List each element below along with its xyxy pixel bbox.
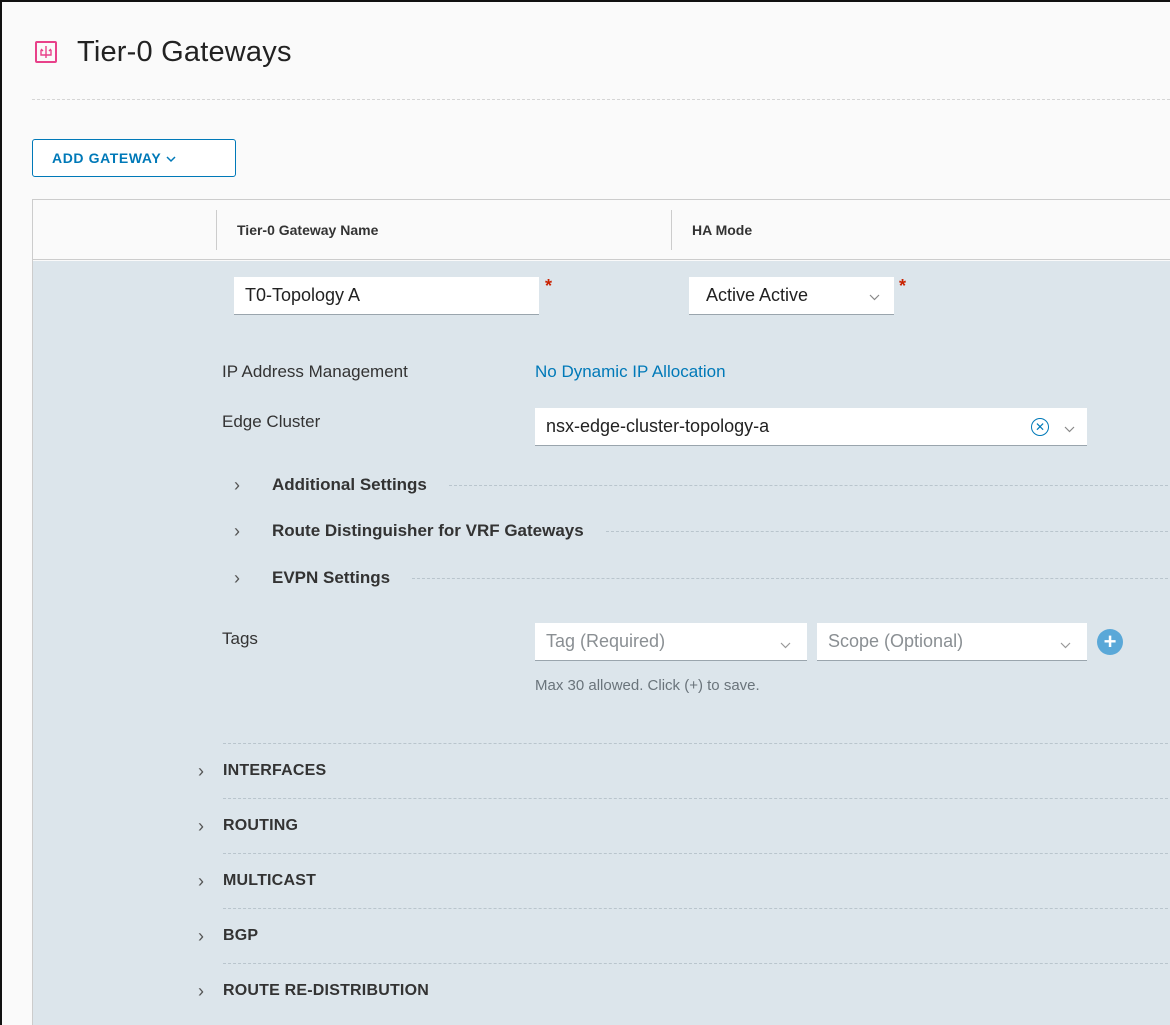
add-gateway-label: ADD GATEWAY <box>52 150 162 166</box>
app-frame: Tier-0 Gateways ADD GATEWAY Tier-0 Gatew… <box>0 0 1170 1025</box>
edge-cluster-select[interactable]: nsx-edge-cluster-topology-a <box>535 408 1087 446</box>
column-header-name[interactable]: Tier-0 Gateway Name <box>216 210 671 250</box>
chevron-right-icon: › <box>198 815 204 836</box>
clear-icon[interactable]: ✕ <box>1031 418 1049 436</box>
column-header-ha-mode[interactable]: HA Mode <box>671 210 1170 250</box>
scope-input[interactable]: Scope (Optional) <box>817 623 1087 661</box>
section-label: Route Distinguisher for VRF Gateways <box>272 521 584 540</box>
chevron-right-icon: › <box>198 925 204 946</box>
section-evpn-settings[interactable]: › EVPN Settings <box>234 566 1170 590</box>
page-header: Tier-0 Gateways <box>35 32 292 72</box>
section-divider <box>412 577 1170 579</box>
header-divider <box>32 99 1170 100</box>
section-divider <box>448 484 1170 486</box>
chevron-right-icon: › <box>234 474 240 495</box>
tags-label: Tags <box>222 629 258 648</box>
row-routing[interactable]: › ROUTING <box>198 798 1170 853</box>
section-additional-settings[interactable]: › Additional Settings <box>234 473 1170 497</box>
tier0-gateway-icon <box>35 41 57 63</box>
tag-input[interactable]: Tag (Required) <box>535 623 807 661</box>
add-tag-plus-icon[interactable]: + <box>1097 629 1123 655</box>
add-gateway-button[interactable]: ADD GATEWAY <box>32 139 236 177</box>
section-route-distinguisher[interactable]: › Route Distinguisher for VRF Gateways <box>234 519 1170 543</box>
row-label: ROUTE RE-DISTRIBUTION <box>223 982 429 999</box>
row-interfaces[interactable]: › INTERFACES <box>198 743 1170 798</box>
row-route-redistribution[interactable]: › ROUTE RE-DISTRIBUTION <box>198 963 1170 1018</box>
chevron-down-icon <box>780 637 791 652</box>
chevron-right-icon: › <box>234 520 240 541</box>
section-divider <box>605 530 1170 532</box>
row-label: ROUTING <box>223 817 299 834</box>
chevron-right-icon: › <box>198 870 204 891</box>
gateway-name-input[interactable]: T0-Topology A <box>234 277 539 315</box>
required-marker: * <box>545 276 553 296</box>
chevron-down-icon <box>1060 637 1071 652</box>
chevron-down-icon <box>166 150 176 166</box>
tags-hint: Max 30 allowed. Click (+) to save. <box>535 677 760 694</box>
edge-cluster-label: Edge Cluster <box>222 412 321 431</box>
chevron-right-icon: › <box>234 567 240 588</box>
row-bgp[interactable]: › BGP <box>198 908 1170 963</box>
section-label: EVPN Settings <box>272 568 391 587</box>
row-label: BGP <box>223 927 259 944</box>
chevron-right-icon: › <box>198 760 204 781</box>
section-label: Additional Settings <box>272 475 427 494</box>
row-label: INTERFACES <box>223 762 327 779</box>
scope-placeholder: Scope (Optional) <box>828 631 964 651</box>
chevron-right-icon: › <box>198 980 204 1001</box>
edge-cluster-value: nsx-edge-cluster-topology-a <box>546 416 770 436</box>
chevron-down-icon <box>869 289 880 304</box>
ha-mode-value: Active Active <box>706 285 809 305</box>
gateways-table: Tier-0 Gateway Name HA Mode T0-Topology … <box>32 199 1170 1025</box>
page-title: Tier-0 Gateways <box>77 35 292 68</box>
expanded-row-editor: T0-Topology A * Active Active * IP Addre… <box>33 261 1170 1025</box>
required-marker: * <box>899 276 907 296</box>
ha-mode-select[interactable]: Active Active <box>689 277 894 315</box>
row-multicast[interactable]: › MULTICAST <box>198 853 1170 908</box>
ip-management-link[interactable]: No Dynamic IP Allocation <box>535 362 726 382</box>
row-label: MULTICAST <box>223 872 317 889</box>
tag-placeholder: Tag (Required) <box>546 631 666 651</box>
chevron-down-icon[interactable] <box>1064 421 1075 436</box>
table-header: Tier-0 Gateway Name HA Mode <box>33 200 1170 260</box>
ip-management-label: IP Address Management <box>222 362 408 381</box>
